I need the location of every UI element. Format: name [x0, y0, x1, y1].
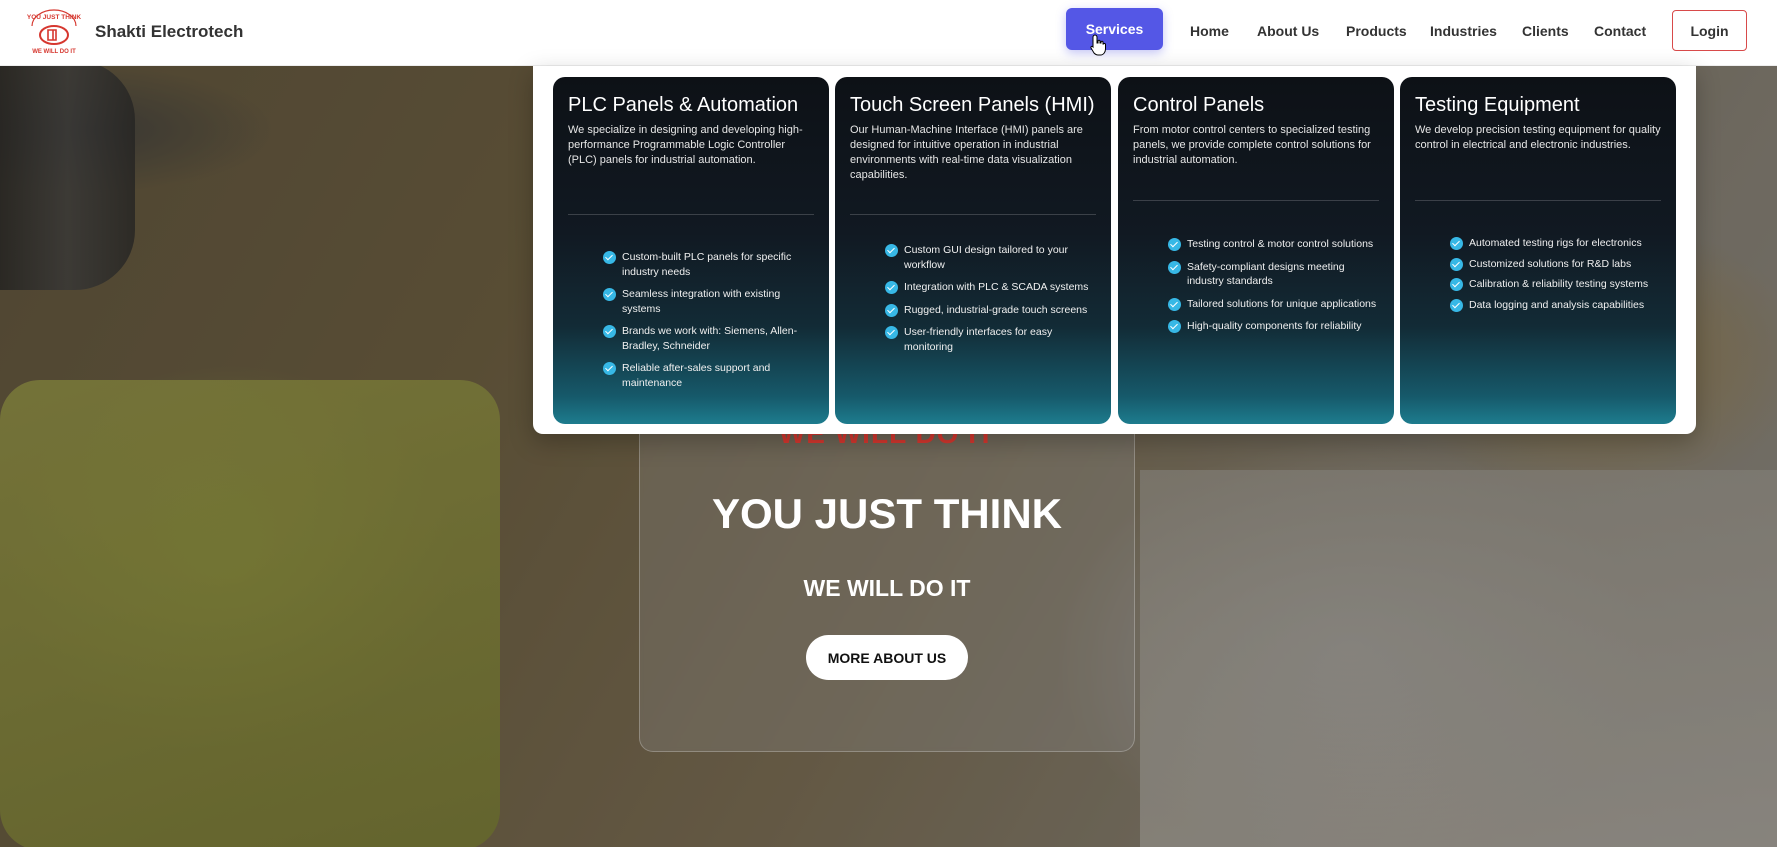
check-circle-icon	[603, 325, 616, 338]
nav-about-us[interactable]: About Us	[1257, 23, 1319, 39]
check-circle-icon	[1450, 278, 1463, 291]
divider	[568, 214, 814, 215]
service-card-title: Testing Equipment	[1415, 94, 1580, 116]
service-card-description: Our Human-Machine Interface (HMI) panels…	[850, 124, 1083, 181]
divider	[1415, 200, 1661, 201]
list-item: Reliable after-sales support and mainten…	[603, 361, 803, 390]
more-about-us-button[interactable]: MORE ABOUT US	[806, 635, 968, 680]
divider	[850, 214, 1096, 215]
feature-list: Custom-built PLC panels for specific ind…	[603, 250, 803, 398]
list-item: Automated testing rigs for electronics	[1450, 236, 1670, 251]
service-card-hmi[interactable]: Touch Screen Panels (HMI) Our Human-Mach…	[835, 77, 1111, 424]
check-circle-icon	[603, 251, 616, 264]
list-item: Seamless integration with existing syste…	[603, 287, 803, 316]
brand-name[interactable]: Shakti Electrotech	[95, 22, 243, 42]
logo-bottom-text: WE WILL DO IT	[32, 49, 76, 55]
service-card-control-panels[interactable]: Control Panels From motor control center…	[1118, 77, 1394, 424]
check-circle-icon	[885, 281, 898, 294]
nav-products[interactable]: Products	[1346, 23, 1407, 39]
nav-contact[interactable]: Contact	[1594, 23, 1646, 39]
check-circle-icon	[603, 362, 616, 375]
service-card-title: PLC Panels & Automation	[568, 94, 799, 116]
feature-list: Automated testing rigs for electronics C…	[1450, 236, 1670, 318]
check-circle-icon	[1168, 320, 1181, 333]
list-item: Integration with PLC & SCADA systems	[885, 280, 1095, 295]
list-item: Tailored solutions for unique applicatio…	[1168, 297, 1383, 312]
list-item: High-quality components for reliability	[1168, 319, 1383, 334]
service-card-description: From motor control centers to specialize…	[1133, 124, 1371, 166]
list-item: Calibration & reliability testing system…	[1450, 277, 1670, 292]
nav-clients[interactable]: Clients	[1522, 23, 1569, 39]
nav-industries[interactable]: Industries	[1430, 23, 1497, 39]
list-item: Data logging and analysis capabilities	[1450, 298, 1670, 313]
divider	[1133, 200, 1379, 201]
check-circle-icon	[1450, 257, 1463, 271]
service-card-description: We specialize in designing and developin…	[568, 124, 803, 166]
brand-logo[interactable]: YOU JUST THINK WE WILL DO IT	[26, 8, 82, 56]
service-card-testing-equipment[interactable]: Testing Equipment We develop precision t…	[1400, 77, 1676, 424]
list-item: Custom-built PLC panels for specific ind…	[603, 250, 803, 279]
feature-list: Testing control & motor control solution…	[1168, 237, 1383, 342]
check-circle-icon	[1168, 238, 1181, 251]
service-card-description: We develop precision testing equipment f…	[1415, 124, 1661, 151]
check-circle-icon	[603, 288, 616, 301]
service-card-plc[interactable]: PLC Panels & Automation We specialize in…	[553, 77, 829, 424]
list-item: Custom GUI design tailored to your workf…	[885, 243, 1095, 272]
check-circle-icon	[1450, 237, 1463, 250]
list-item: Rugged, industrial-grade touch screens	[885, 303, 1095, 318]
list-item: Testing control & motor control solution…	[1168, 237, 1383, 252]
login-button[interactable]: Login	[1672, 10, 1747, 51]
services-dropdown-menu: PLC Panels & Automation We specialize in…	[533, 66, 1696, 434]
service-card-title: Touch Screen Panels (HMI)	[850, 94, 1095, 116]
hero-title: YOU JUST THINK	[711, 490, 1063, 537]
check-circle-icon	[885, 303, 898, 317]
list-item: Brands we work with: Siemens, Allen-Brad…	[603, 324, 803, 353]
list-item: Customized solutions for R&D labs	[1450, 257, 1670, 272]
list-item: Safety-compliant designs meeting industr…	[1168, 260, 1383, 289]
check-circle-icon	[1168, 260, 1181, 274]
list-item: User-friendly interfaces for easy monito…	[885, 325, 1095, 354]
check-circle-icon	[1450, 298, 1463, 312]
service-card-title: Control Panels	[1133, 94, 1265, 116]
check-circle-icon	[885, 326, 898, 339]
nav-services-button[interactable]: Services	[1066, 8, 1163, 50]
logo-top-text: YOU JUST THINK	[27, 14, 81, 21]
nav-home[interactable]: Home	[1190, 23, 1229, 39]
feature-list: Custom GUI design tailored to your workf…	[885, 243, 1095, 362]
hero-subtitle: WE WILL DO IT	[803, 575, 971, 601]
check-circle-icon	[885, 244, 898, 257]
hand-cursor-icon	[1090, 34, 1106, 56]
site-header: YOU JUST THINK WE WILL DO IT Shakti Elec…	[0, 0, 1777, 66]
check-circle-icon	[1168, 297, 1181, 311]
